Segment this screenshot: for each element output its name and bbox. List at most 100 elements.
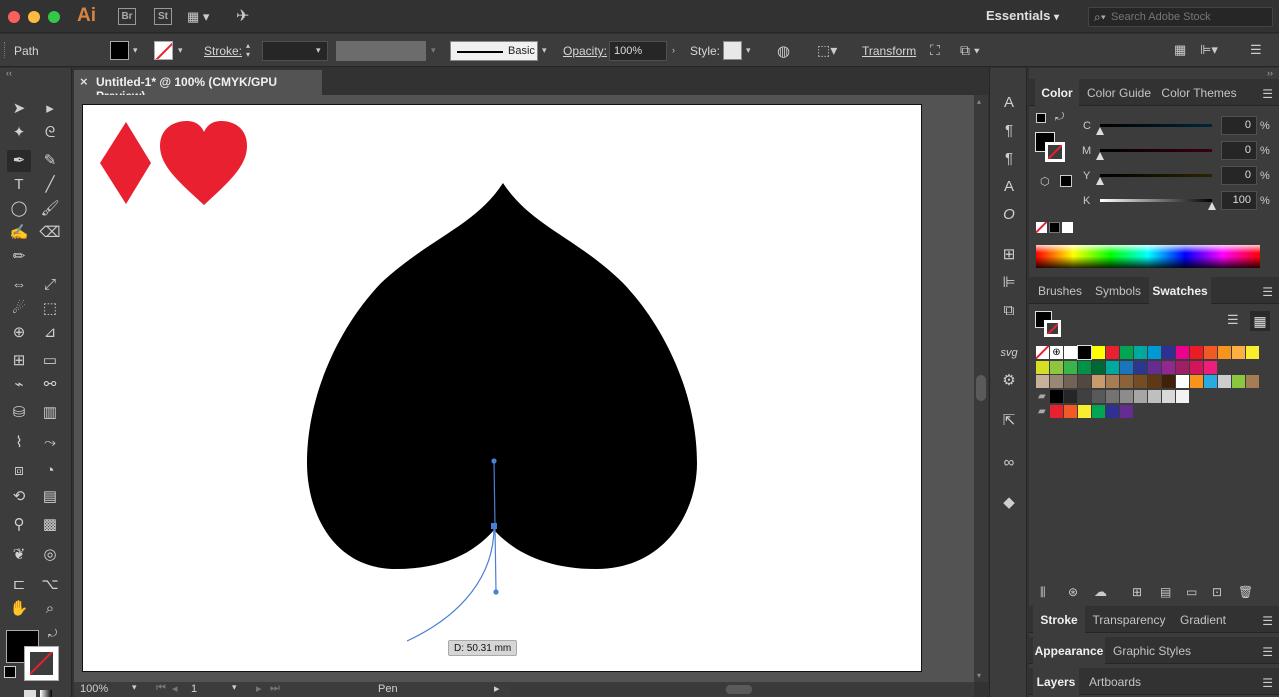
align-distribute-icon[interactable]: ⊫▾	[1200, 42, 1224, 60]
vertical-scrollbar[interactable]: ▴ ▾	[974, 95, 988, 682]
eyedropper-alt-tool-icon[interactable]: ⌥	[38, 574, 62, 596]
new-swatch-icon[interactable]: ⊡	[1212, 585, 1222, 599]
opacity-label[interactable]: Opacity:	[563, 44, 607, 58]
swatch-2-7[interactable]	[1120, 361, 1133, 374]
collapse-toolbar-icon[interactable]: ‹‹	[6, 68, 12, 78]
swatch-none[interactable]	[1036, 346, 1049, 359]
pencil-tool-icon[interactable]: ✏	[7, 246, 31, 268]
shape-builder-tool-icon[interactable]: ⊕	[7, 322, 31, 344]
swatch-2-11[interactable]	[1176, 361, 1189, 374]
horizontal-scroll-thumb[interactable]	[726, 685, 752, 694]
direct-selection-tool-icon[interactable]: ▸	[38, 98, 62, 120]
color-spectrum[interactable]	[1036, 245, 1260, 268]
select-similar-icon[interactable]: ⧉ ▾	[960, 42, 994, 60]
swatch-1-11[interactable]	[1204, 346, 1217, 359]
swatch-4-4[interactable]	[1092, 390, 1105, 403]
ellipse-tool-icon[interactable]: ◯	[7, 198, 31, 220]
vertical-scroll-thumb[interactable]	[976, 375, 986, 401]
width-tool-icon[interactable]: ⌇	[7, 432, 31, 454]
white-color-chip[interactable]	[1062, 222, 1073, 233]
tab-artboards[interactable]: Artboards	[1083, 668, 1147, 695]
type-tool-icon[interactable]: T	[7, 174, 31, 196]
libraries-icon[interactable]: ∞	[998, 452, 1020, 474]
tab-stroke[interactable]: Stroke	[1033, 606, 1085, 633]
pen-tool-icon[interactable]: ✒	[7, 150, 31, 172]
shaper-tool-icon[interactable]: ✍	[7, 222, 31, 244]
asset-export-icon[interactable]: ⚙	[998, 370, 1020, 392]
artboard-tool-icon[interactable]: ⧈	[7, 460, 31, 482]
swatch-3-12[interactable]	[1190, 375, 1203, 388]
magenta-field[interactable]: 0	[1221, 141, 1257, 160]
swatch-3-10[interactable]	[1162, 375, 1175, 388]
close-tab-icon[interactable]: ×	[80, 74, 88, 89]
diamond-shape[interactable]	[100, 122, 151, 204]
join-tool-icon[interactable]: ⟲	[7, 486, 31, 508]
none-color-chip[interactable]	[1036, 222, 1047, 233]
swatch-1-3[interactable]	[1092, 346, 1105, 359]
swatch-4-2[interactable]	[1064, 390, 1077, 403]
swatch-2-6[interactable]	[1106, 361, 1119, 374]
paragraph-styles-icon[interactable]: ¶	[998, 148, 1020, 170]
panel-stroke-box[interactable]	[1045, 142, 1065, 162]
black-slider[interactable]	[1100, 199, 1212, 202]
prev-artboard-icon[interactable]: ◂	[172, 682, 178, 695]
tab-symbols[interactable]: Symbols	[1091, 277, 1145, 304]
close-window-button[interactable]	[8, 11, 20, 23]
swatch-3-8[interactable]	[1134, 375, 1147, 388]
zoom-level[interactable]: 100%	[80, 683, 108, 695]
anchor-tool-icon[interactable]: ⤳	[38, 432, 62, 454]
swatch-3-2[interactable]	[1050, 375, 1063, 388]
align-icon[interactable]: ⬚▾	[817, 42, 841, 60]
stock-button[interactable]: St	[154, 8, 172, 25]
swatch-3-14[interactable]	[1218, 375, 1231, 388]
swatch-1-4[interactable]	[1106, 346, 1119, 359]
spade-shape[interactable]	[307, 183, 697, 569]
stroke-weight-stepper[interactable]: ▴ ▾	[246, 41, 260, 61]
yellow-field[interactable]: 0	[1221, 166, 1257, 185]
zoom-dropdown-icon[interactable]: ▾	[132, 682, 137, 693]
stroke-panel-menu-icon[interactable]: ☰	[1262, 614, 1273, 628]
arrange-documents-icon[interactable]: ▦ ▾	[187, 9, 217, 25]
opacity-field[interactable]: 100%	[609, 41, 667, 61]
artboard-dropdown-icon[interactable]: ▾	[232, 682, 237, 693]
color-panel-menu-icon[interactable]: ☰	[1262, 87, 1273, 101]
style-dropdown-icon[interactable]: ▾	[746, 45, 756, 55]
curvature-tool-icon[interactable]: ✎	[38, 150, 62, 172]
swatch-4-1[interactable]	[1050, 390, 1063, 403]
swatch-registration[interactable]: ⊕	[1050, 346, 1063, 359]
cloud-icon[interactable]: ☁	[1094, 584, 1107, 600]
black-color-chip[interactable]	[1049, 222, 1060, 233]
scroll-down-icon[interactable]: ▾	[977, 671, 981, 680]
tab-swatches[interactable]: Swatches	[1149, 277, 1211, 304]
swatch-4-5[interactable]	[1106, 390, 1119, 403]
handle-point-top[interactable]	[491, 458, 497, 464]
crop-tool-icon[interactable]: ⊏	[7, 574, 31, 596]
color-mode-icon[interactable]	[24, 690, 36, 697]
svg-interactivity-icon[interactable]: svg	[998, 342, 1020, 364]
selection-tool-icon[interactable]: ➤	[7, 98, 31, 120]
character-styles-icon[interactable]: A	[998, 176, 1020, 198]
swap-colors-icon[interactable]: ⤾	[48, 628, 57, 641]
slice-tool-icon[interactable]: ◔	[38, 460, 62, 482]
cyan-slider[interactable]	[1100, 124, 1212, 127]
heart-shape[interactable]	[160, 121, 247, 205]
maximize-window-button[interactable]	[48, 11, 60, 23]
reflect-tool-icon[interactable]: ⇔	[7, 274, 31, 296]
variable-width-profile[interactable]	[336, 41, 426, 61]
swatch-1-9[interactable]	[1176, 346, 1189, 359]
handle-point-bottom[interactable]	[493, 589, 499, 595]
swatch-3-4[interactable]	[1078, 375, 1091, 388]
line-segment-tool-icon[interactable]: ╱	[38, 174, 62, 196]
gradient-mode-icon[interactable]	[40, 690, 52, 697]
paragraph-panel-icon[interactable]: ¶	[998, 120, 1020, 142]
scale-tool-icon[interactable]: ⤢	[38, 274, 62, 296]
out-of-gamut-icon[interactable]: ⬡	[1040, 175, 1050, 188]
color-swap-icon[interactable]: ⤾	[1055, 111, 1064, 124]
stroke-swatch[interactable]	[154, 41, 173, 60]
control-menu-icon[interactable]: ☰	[1250, 42, 1266, 60]
appearance-panel-menu-icon[interactable]: ☰	[1262, 645, 1273, 659]
artboard-number[interactable]: 1	[191, 683, 197, 695]
yellow-slider[interactable]	[1100, 174, 1212, 177]
minimize-window-button[interactable]	[28, 11, 40, 23]
brush-definition[interactable]: Basic	[450, 41, 538, 61]
